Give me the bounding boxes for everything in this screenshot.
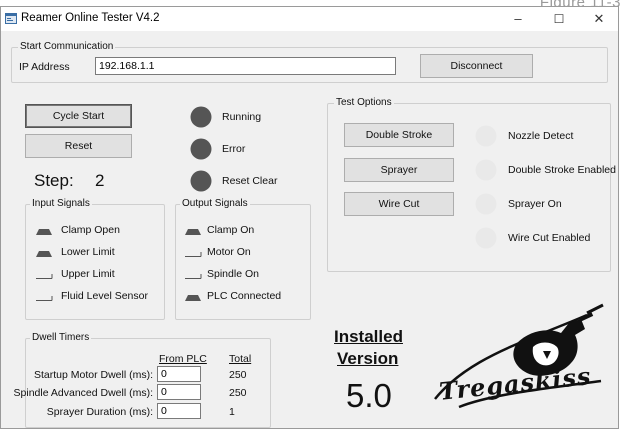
test-options-legend: Test Options	[334, 97, 394, 108]
spindle-advanced-dwell-input[interactable]	[157, 384, 201, 400]
ip-address-label: IP Address	[19, 61, 70, 73]
minimize-button[interactable]: –	[500, 7, 536, 31]
wire-cut-enabled-label: Wire Cut Enabled	[508, 232, 591, 244]
sprayer-duration-label: Sprayer Duration (ms):	[46, 406, 153, 418]
cycle-start-button[interactable]: Cycle Start	[25, 104, 132, 128]
sprayer-duration-total: 1	[229, 406, 235, 418]
clamp-on-signal-on-icon	[185, 229, 201, 235]
startup-motor-dwell-input[interactable]	[157, 366, 201, 382]
sprayer-on-led-icon	[475, 193, 497, 215]
nozzle-detect-led-icon	[475, 125, 497, 147]
input-signals-group: Input Signals	[25, 198, 165, 320]
double-stroke-button[interactable]: Double Stroke	[344, 123, 454, 147]
output-signals-group: Output Signals	[175, 198, 311, 320]
lower-limit-signal-on-icon	[36, 251, 52, 257]
close-button[interactable]: ✕	[581, 7, 617, 31]
app-window-icon	[5, 13, 17, 24]
error-label: Error	[222, 143, 246, 155]
spindle-on-label: Spindle On	[207, 268, 259, 280]
upper-limit-label: Upper Limit	[61, 268, 115, 280]
sprayer-duration-input[interactable]	[157, 403, 201, 419]
nozzle-detect-label: Nozzle Detect	[508, 130, 574, 142]
plc-connected-signal-on-icon	[185, 295, 201, 301]
motor-on-label: Motor On	[207, 246, 251, 258]
sprayer-on-label: Sprayer On	[508, 198, 562, 210]
total-column-header: Total	[229, 353, 252, 365]
error-led-icon	[190, 138, 212, 160]
lower-limit-label: Lower Limit	[61, 246, 115, 258]
startup-motor-dwell-label: Startup Motor Dwell (ms):	[33, 369, 153, 381]
step-label: Step:	[34, 171, 74, 190]
spindle-advanced-dwell-label: Spindle Advanced Dwell (ms):	[13, 387, 153, 399]
running-label: Running	[222, 111, 262, 123]
wire-cut-enabled-led-icon	[475, 227, 497, 249]
installed-heading: Installed	[334, 327, 403, 346]
reset-clear-label: Reset Clear	[222, 175, 278, 187]
title-bar[interactable]: Reamer Online Tester V4.2 – ☐ ✕	[1, 7, 618, 31]
spindle-advanced-dwell-total: 250	[229, 387, 247, 399]
plc-connected-label: PLC Connected	[207, 290, 282, 302]
motor-on-signal-off-icon	[185, 252, 202, 257]
step-value: 2	[95, 171, 105, 190]
ip-address-input[interactable]	[95, 57, 396, 75]
input-signals-legend: Input Signals	[30, 198, 92, 209]
disconnect-button[interactable]: Disconnect	[420, 54, 533, 78]
reset-button[interactable]: Reset	[25, 134, 132, 158]
double-stroke-enabled-led-icon	[475, 159, 497, 181]
dwell-timers-legend: Dwell Timers	[30, 332, 92, 343]
output-signals-legend: Output Signals	[180, 198, 250, 209]
reset-clear-led-icon	[190, 170, 212, 192]
communication-legend: Start Communication	[18, 41, 116, 52]
sprayer-button[interactable]: Sprayer	[344, 158, 454, 182]
installed-version-value: 5.0	[346, 377, 392, 414]
wire-cut-button[interactable]: Wire Cut	[344, 192, 454, 216]
double-stroke-enabled-label: Double Stroke Enabled	[508, 164, 616, 176]
from-plc-column-header: From PLC	[159, 353, 207, 365]
window-title: Reamer Online Tester V4.2	[21, 12, 160, 24]
running-led-icon	[190, 106, 212, 128]
fluid-level-sensor-label: Fluid Level Sensor	[61, 290, 148, 302]
clamp-open-signal-on-icon	[36, 229, 52, 235]
clamp-open-label: Clamp Open	[61, 224, 120, 236]
startup-motor-dwell-total: 250	[229, 369, 247, 381]
spindle-on-signal-off-icon	[185, 274, 202, 279]
clamp-on-label: Clamp On	[207, 224, 255, 236]
maximize-button[interactable]: ☐	[541, 7, 577, 31]
upper-limit-signal-off-icon	[36, 274, 53, 279]
version-heading: Version	[337, 349, 399, 368]
app-window: Reamer Online Tester V4.2 – ☐ ✕ Start Co…	[0, 6, 619, 429]
fluid-level-signal-off-icon	[36, 296, 53, 301]
